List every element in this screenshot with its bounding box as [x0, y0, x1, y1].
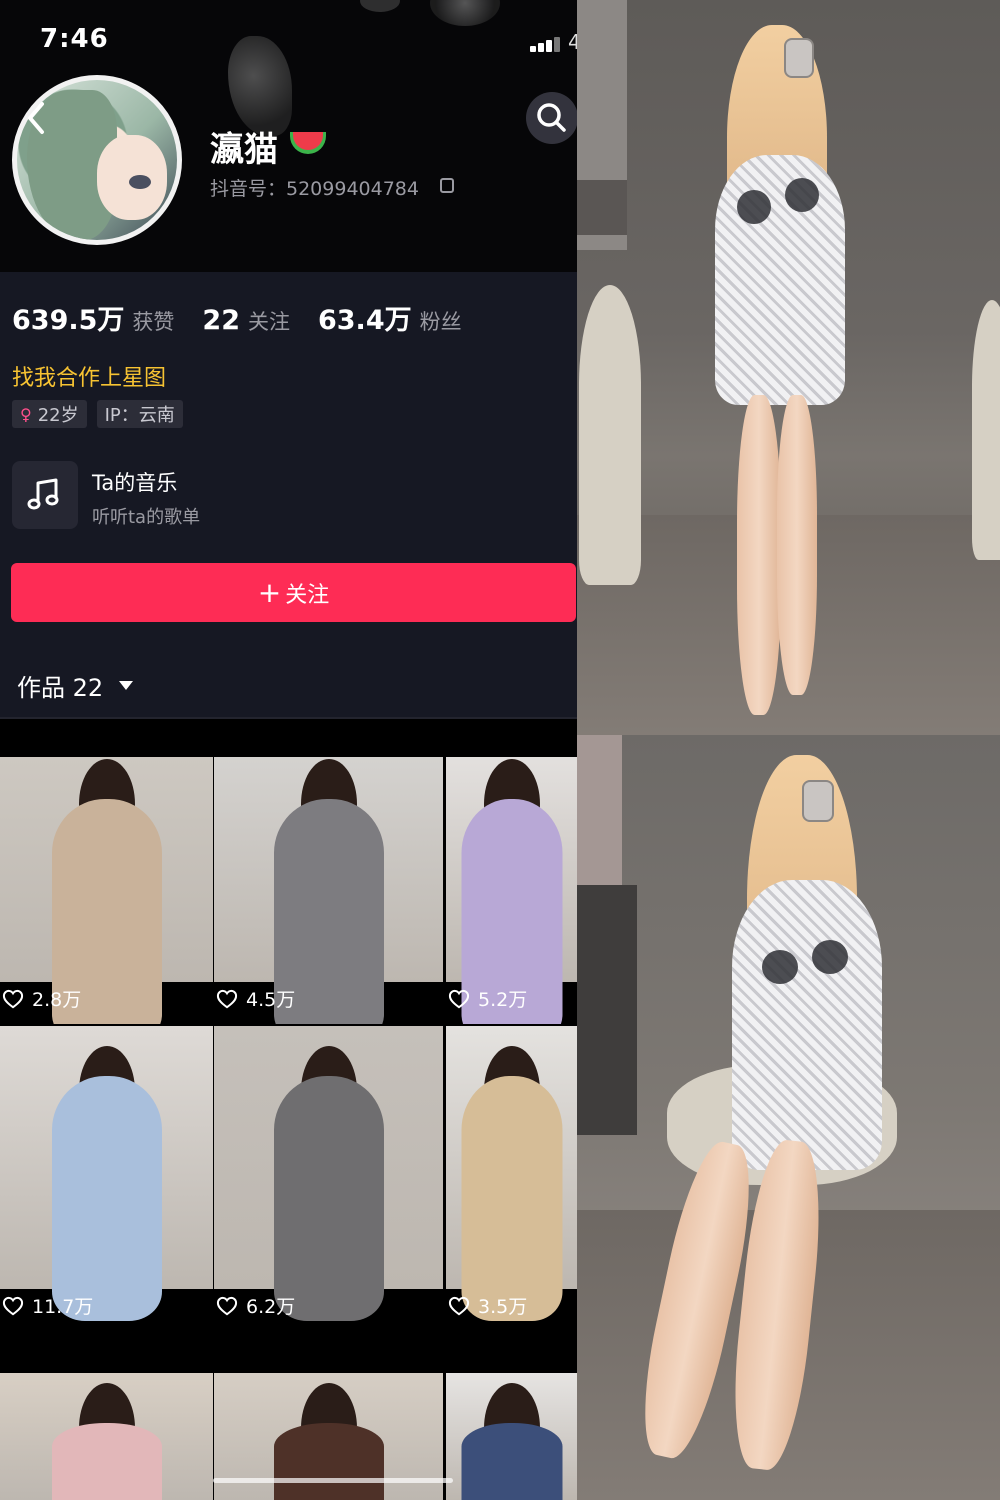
dress-figure [461, 1076, 562, 1321]
profile-screen: 7:46 4 瀛猫 抖音号：52099404784 639.5万 获赞 22 关… [0, 0, 577, 1500]
music-subtitle: 听听ta的歌单 [92, 507, 201, 528]
video-thumbnail[interactable]: 3.5万 [446, 1026, 577, 1331]
gender-female-icon: ♀ [20, 404, 32, 424]
like-count-text: 3.5万 [478, 1296, 528, 1318]
video-thumbnail[interactable] [214, 1333, 443, 1500]
douyin-id: 抖音号：52099404784 [210, 178, 419, 200]
like-count-text: 2.8万 [32, 989, 82, 1011]
like-count: 11.7万 [0, 1292, 93, 1319]
caret-down-icon [119, 681, 134, 690]
like-count: 4.5万 [214, 985, 295, 1012]
cover-decoration [228, 36, 292, 136]
nickname: 瀛猫 [210, 130, 278, 170]
works-label: 作品 22 [17, 674, 104, 702]
watermelon-icon [290, 132, 326, 154]
profile-stats: 639.5万 获赞 22 关注 63.4万 粉丝 [12, 298, 462, 338]
ip-tag: IP：云南 [96, 400, 183, 428]
follow-button[interactable]: + 关注 [11, 563, 576, 622]
follow-label: 关注 [285, 582, 330, 608]
video-thumbnail[interactable] [446, 1333, 577, 1500]
battery-level: 4 [568, 30, 577, 54]
works-tab[interactable]: 作品 22 [17, 668, 134, 703]
music-title: Ta的音乐 [92, 471, 178, 495]
like-count: 5.2万 [446, 985, 527, 1012]
video-thumbnail[interactable]: 6.2万 [214, 1026, 443, 1331]
music-entry[interactable]: Ta的音乐 听听ta的歌单 [12, 461, 552, 531]
search-button[interactable] [526, 92, 577, 144]
like-count: 3.5万 [446, 1292, 527, 1319]
video-thumbnail[interactable]: 11.7万 [0, 1026, 213, 1331]
like-count-text: 4.5万 [246, 989, 296, 1011]
heart-icon [448, 1296, 470, 1315]
right-photo-standing [577, 0, 1000, 735]
stat-following[interactable]: 22 关注 [202, 305, 290, 336]
stat-label: 关注 [247, 310, 290, 334]
like-count: 6.2万 [214, 1292, 295, 1319]
like-count: 2.8万 [0, 985, 81, 1012]
video-thumbnail[interactable]: 4.5万 [214, 719, 443, 1024]
promo-link[interactable]: 找我合作上星图 [12, 360, 166, 392]
status-time: 7:46 [40, 24, 109, 54]
video-thumbnail[interactable] [0, 1333, 213, 1500]
dress-figure [273, 1423, 384, 1500]
stat-label: 粉丝 [419, 310, 462, 334]
stat-label: 获赞 [132, 310, 175, 334]
profile-header-cover: 7:46 4 瀛猫 抖音号：52099404784 [0, 0, 577, 272]
stat-value: 63.4万 [317, 305, 412, 336]
heart-icon [2, 989, 24, 1008]
heart-icon [216, 989, 238, 1008]
heart-icon [2, 1296, 24, 1315]
like-count-text: 11.7万 [32, 1296, 94, 1318]
video-thumbnail[interactable]: 5.2万 [446, 719, 577, 1024]
stat-likes[interactable]: 639.5万 获赞 [12, 298, 174, 337]
ip-text: IP：云南 [104, 405, 175, 426]
signal-icon [530, 34, 566, 52]
dress-figure [51, 1423, 162, 1500]
copy-icon[interactable] [440, 178, 454, 193]
right-photo-sitting [577, 735, 1000, 1500]
stat-value: 22 [202, 305, 240, 336]
stat-followers[interactable]: 63.4万 粉丝 [318, 298, 462, 337]
cover-decoration [360, 0, 400, 12]
stat-value: 639.5万 [12, 305, 125, 336]
like-count-text: 5.2万 [478, 989, 528, 1011]
home-indicator [213, 1478, 453, 1483]
dress-figure [461, 1423, 562, 1500]
video-thumbnail[interactable]: 2.8万 [0, 719, 213, 1024]
heart-icon [448, 989, 470, 1008]
age-text: 22岁 [37, 405, 79, 426]
age-tag: ♀ 22岁 [12, 400, 87, 428]
like-count-text: 6.2万 [246, 1296, 296, 1318]
back-icon[interactable] [22, 100, 52, 136]
search-icon [537, 103, 566, 132]
music-note-icon [12, 461, 78, 529]
heart-icon [216, 1296, 238, 1315]
dress-figure [51, 1076, 162, 1321]
video-grid: 2.8万 4.5万 5.2万 11.7万 6.2万 3.5万 [0, 719, 577, 1500]
profile-tags: ♀ 22岁 IP：云南 [12, 400, 183, 428]
cover-decoration [430, 0, 500, 26]
dress-figure [273, 1076, 384, 1321]
plus-icon: + [257, 576, 282, 609]
